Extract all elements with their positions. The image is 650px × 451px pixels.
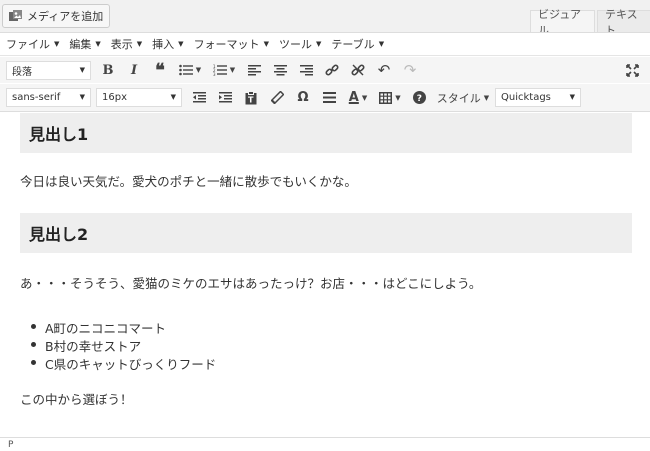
menu-table[interactable]: テーブル ▼ [331,36,384,52]
caret-down-icon: ▼ [195,66,202,74]
quicktags-value: Quicktags [501,92,551,103]
svg-text:3: 3 [213,72,216,76]
list-item: B村の幸せストア [27,336,216,354]
list-item: A町のニコニコマート [27,318,216,336]
styles-dropdown[interactable]: スタイル ▼ [433,87,493,109]
styles-label: スタイル [436,91,481,105]
add-media-button[interactable]: メディアを追加 [2,4,111,28]
font-size-value: 16px [102,92,127,103]
caret-down-icon: ▼ [170,93,176,101]
toolbar-row-1: 段落 ▼ B I ❝ ▼ 1 2 3 ▼ ↶ ↷ [0,57,650,83]
help-icon[interactable]: ? [407,87,431,109]
caret-down-icon: ▼ [229,66,236,74]
font-family-value: sans-serif [12,92,61,103]
editor-top-bar: メディアを追加 ビジュアル テキスト [0,0,650,37]
menu-view-label: 表示 [110,38,133,51]
caret-down-icon: ▼ [178,40,184,48]
caret-down-icon: ▼ [569,93,575,101]
font-size-select[interactable]: 16px ▼ [96,88,182,107]
caret-down-icon: ▼ [136,40,143,48]
menu-format-label: フォーマット [193,38,260,51]
menu-tools-label: ツール [278,38,312,51]
caret-down-icon: ▼ [315,40,322,48]
undo-icon[interactable]: ↶ [372,59,396,81]
caret-down-icon: ▼ [263,40,269,48]
heading-2: 見出し2 [20,213,632,253]
bullet-list: A町のニコニコマート B村の幸せストア C県のキャットびっくりフード [27,318,216,372]
tab-visual[interactable]: ビジュアル [530,8,595,37]
editor: ファイル ▼ 編集 ▼ 表示 ▼ 挿入 ▼ フォーマット ▼ ツール ▼ テーブル ▼ 段落 ▼… [0,32,650,451]
text-color-letter: A [348,90,359,105]
menu-insert[interactable]: 挿入 ▼ [152,36,183,52]
element-path[interactable]: P [0,437,650,451]
font-family-select[interactable]: sans-serif ▼ [6,88,91,107]
caret-down-icon: ▼ [483,93,490,102]
special-character-icon[interactable]: Ω [291,87,315,109]
numbered-list-icon[interactable]: 1 2 3 ▼ [208,59,240,81]
svg-text:T: T [248,95,254,104]
format-select-value: 段落 [12,66,32,78]
horizontal-line-icon[interactable] [317,87,341,109]
italic-icon[interactable]: I [122,59,146,81]
tab-text[interactable]: テキスト [597,8,650,37]
caret-down-icon: ▼ [361,93,368,102]
add-media-label: メディアを追加 [27,10,104,23]
align-right-icon[interactable] [294,59,318,81]
menu-view[interactable]: 表示 ▼ [111,36,142,52]
link-icon[interactable] [320,59,344,81]
svg-text:?: ? [416,94,421,104]
unlink-icon[interactable] [346,59,370,81]
menu-tools[interactable]: ツール ▼ [279,36,321,52]
menu-edit-label: 編集 [69,38,92,51]
list-item: C県のキャットびっくりフード [27,354,216,372]
caret-down-icon: ▼ [95,40,101,48]
media-icon [8,9,23,24]
heading-1: 見出し1 [20,113,632,153]
menu-insert-label: 挿入 [152,38,175,51]
menu-edit[interactable]: 編集 ▼ [69,36,100,52]
menu-format[interactable]: フォーマット ▼ [194,36,269,52]
paragraph-3: この中から選ぼう！ [20,392,133,407]
align-left-icon[interactable] [242,59,266,81]
format-select[interactable]: 段落 ▼ [6,60,91,80]
menu-bar: ファイル ▼ 編集 ▼ 表示 ▼ 挿入 ▼ フォーマット ▼ ツール ▼ テーブル ▼ [0,33,650,56]
fullscreen-icon[interactable] [620,59,644,81]
quicktags-select[interactable]: Quicktags ▼ [495,88,581,107]
text-color-icon[interactable]: A ▼ [343,87,373,109]
redo-icon: ↷ [403,61,417,79]
editor-content[interactable]: 見出し1 今日は良い天気だ。愛犬のポチと一緒に散歩でもいくかな。 見出し2 あ・… [0,113,650,436]
paragraph-2: あ・・・そうそう、愛猫のミケのエサはあったっけ？お店・・・はどこにしよう。 [20,276,482,291]
paragraph-1: 今日は良い天気だ。愛犬のポチと一緒に散歩でもいくかな。 [20,174,357,189]
paste-text-icon[interactable]: T [239,87,263,109]
caret-down-icon: ▼ [395,93,401,102]
blockquote-icon[interactable]: ❝ [148,59,172,81]
caret-down-icon: ▼ [79,65,85,74]
toolbar-row-2: sans-serif ▼ 16px ▼ T Ω A ▼ ▼ ? スタイル ▼ Quick… [0,84,650,112]
caret-down-icon: ▼ [79,93,85,101]
menu-file-label: ファイル [6,38,50,51]
bold-icon[interactable]: B [96,59,120,81]
indent-icon[interactable] [213,87,237,109]
bullet-list-icon[interactable]: ▼ [174,59,206,81]
caret-down-icon: ▼ [54,40,60,48]
align-center-icon[interactable] [268,59,292,81]
menu-table-label: テーブル [331,38,375,51]
clear-formatting-icon[interactable] [265,87,289,109]
outdent-icon[interactable] [187,87,211,109]
menu-file[interactable]: ファイル ▼ [6,36,59,52]
caret-down-icon: ▼ [378,40,385,48]
table-icon[interactable]: ▼ [375,87,405,109]
